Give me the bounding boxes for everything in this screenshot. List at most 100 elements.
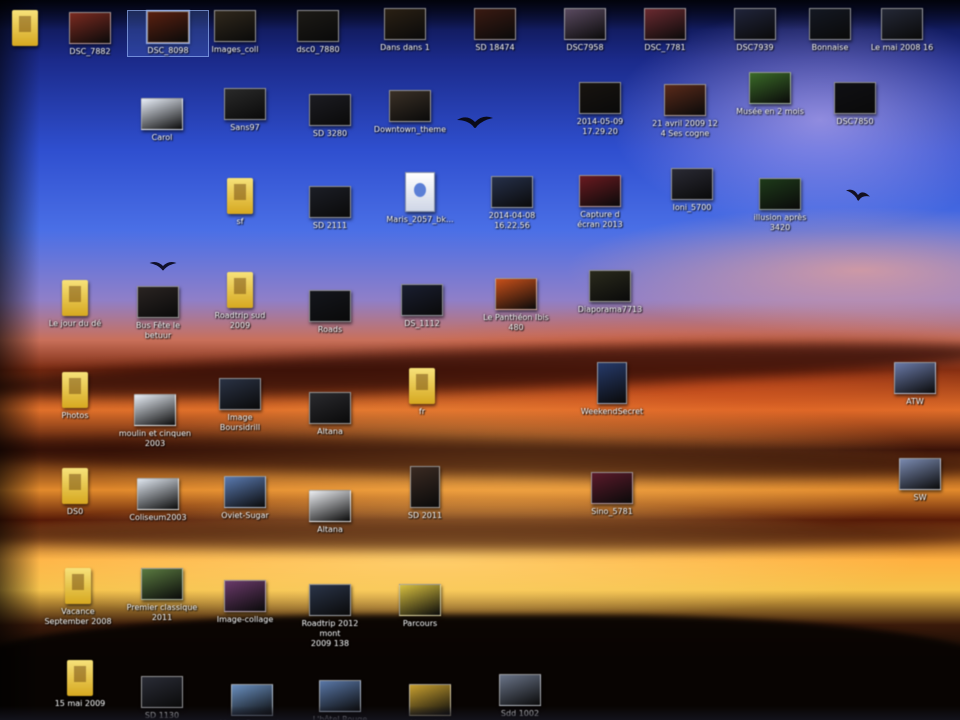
desktop-icon-label: Altana bbox=[317, 427, 343, 436]
desktop-icon-label: Coliseum2003 bbox=[129, 513, 187, 522]
image-thumbnail-icon bbox=[309, 94, 351, 126]
desktop-icon[interactable]: Images_coll bbox=[195, 10, 275, 55]
desktop-icon[interactable]: illusion après 3420 bbox=[740, 178, 820, 233]
image-thumbnail-icon bbox=[224, 476, 266, 508]
desktop-icon[interactable]: 2014-05-09 17.29.20 bbox=[560, 82, 640, 137]
desktop[interactable]: DSC_7882 DSC_8098 Images_coll dsc0_7880 Dans… bbox=[0, 0, 960, 720]
desktop-icon-label: DSC7958 bbox=[566, 43, 604, 52]
desktop-icon[interactable]: ATW bbox=[875, 362, 955, 407]
desktop-icon[interactable]: SD 18474 bbox=[455, 8, 535, 53]
desktop-icon[interactable]: Premier classique 2011 bbox=[122, 568, 202, 623]
desktop-icon[interactable]: Coliseum2003 bbox=[118, 478, 198, 523]
desktop-icon-label: DSC7939 bbox=[736, 43, 774, 52]
image-thumbnail-icon bbox=[137, 286, 179, 318]
desktop-icon[interactable]: Diaporama7713 bbox=[570, 270, 650, 315]
desktop-icon[interactable]: Image-collage bbox=[205, 580, 285, 625]
image-thumbnail-icon bbox=[671, 168, 713, 200]
desktop-icon-label: Le jour du dé bbox=[48, 319, 102, 328]
desktop-icon[interactable]: Altana bbox=[290, 392, 370, 437]
desktop-icon-label: Roadtrip 2012 mont 2009 138 bbox=[301, 619, 359, 648]
desktop-icon[interactable]: sf bbox=[200, 178, 280, 227]
desktop-icon[interactable]: Roads bbox=[290, 290, 370, 335]
desktop-icon-label: Premier classique 2011 bbox=[126, 603, 198, 622]
desktop-icon[interactable]: WeekendSecret bbox=[572, 362, 652, 417]
desktop-icon-label: SD 2011 bbox=[407, 511, 443, 520]
desktop-icon-label: Roads bbox=[317, 325, 343, 334]
desktop-icon[interactable]: Sino_5781 bbox=[572, 472, 652, 517]
desktop-icon[interactable]: 15 mai 2009 bbox=[40, 660, 120, 709]
desktop-icon[interactable]: moulin et cinquen 2003 bbox=[115, 394, 195, 449]
desktop-icon-label: Musée en 2 mois bbox=[736, 107, 804, 116]
desktop-icon[interactable]: DS0 bbox=[35, 468, 115, 517]
image-thumbnail-icon bbox=[749, 72, 791, 104]
desktop-icon[interactable]: dsc0_7880 bbox=[278, 10, 358, 55]
desktop-icon-label: DS0 bbox=[66, 507, 84, 516]
desktop-icon[interactable]: DSC7939 bbox=[715, 8, 795, 53]
document-icon bbox=[405, 172, 435, 212]
desktop-icon[interactable]: Sans97 bbox=[205, 88, 285, 133]
desktop-icon[interactable]: Oviet-Sugar bbox=[205, 476, 285, 521]
desktop-icon-label: Downtown_theme bbox=[373, 125, 447, 134]
cloud-band bbox=[0, 520, 960, 550]
desktop-icon-label: SD 18474 bbox=[475, 43, 515, 52]
image-thumbnail-icon bbox=[141, 568, 183, 600]
desktop-icon[interactable]: Musée en 2 mois bbox=[730, 72, 810, 117]
folder-icon bbox=[62, 468, 88, 504]
desktop-icon[interactable]: Roadtrip sud 2009 bbox=[200, 272, 280, 331]
image-thumbnail-icon bbox=[834, 82, 876, 114]
desktop-icon[interactable]: DSC_7882 bbox=[50, 12, 130, 57]
desktop-icon[interactable]: Dans dans 1 bbox=[365, 8, 445, 53]
desktop-icon[interactable]: Vacance September 2008 bbox=[38, 568, 118, 627]
desktop-icon-label: dsc0_7880 bbox=[296, 45, 340, 54]
image-thumbnail-icon bbox=[591, 472, 633, 504]
folder-icon bbox=[65, 568, 91, 604]
bird-icon bbox=[846, 189, 870, 201]
desktop-icon[interactable]: loni_5700 bbox=[652, 168, 732, 213]
desktop-icon[interactable]: Carol bbox=[122, 98, 202, 143]
desktop-icon[interactable]: SD 3280 bbox=[290, 94, 370, 139]
desktop-icon[interactable]: Le Panthéon Ibis 480 bbox=[476, 278, 556, 333]
desktop-icon[interactable]: Photos bbox=[35, 372, 115, 421]
desktop-icon[interactable]: DSC7850 bbox=[815, 82, 895, 127]
desktop-icon[interactable]: Le jour du dé bbox=[35, 280, 115, 329]
desktop-icon-label: Sans97 bbox=[230, 123, 260, 132]
desktop-icon[interactable]: SW bbox=[880, 458, 960, 503]
desktop-icon[interactable]: fr bbox=[382, 368, 462, 417]
image-thumbnail-icon bbox=[401, 284, 443, 316]
desktop-icon[interactable]: DS_1112 bbox=[382, 284, 462, 329]
image-thumbnail-icon bbox=[146, 10, 190, 44]
desktop-icon[interactable]: Roadtrip 2012 mont 2009 138 bbox=[290, 584, 370, 649]
desktop-icon[interactable]: SD 2111 bbox=[290, 186, 370, 231]
desktop-icon[interactable]: Parcours bbox=[380, 584, 460, 629]
desktop-icon-label: DSC_7882 bbox=[69, 47, 111, 56]
image-thumbnail-icon bbox=[224, 88, 266, 120]
desktop-icon[interactable]: Le mai 2008 16 bbox=[862, 8, 942, 53]
desktop-icon-label: ATW bbox=[906, 397, 924, 406]
desktop-icon[interactable]: SD 2011 bbox=[385, 466, 465, 521]
desktop-icon[interactable]: Altana bbox=[290, 490, 370, 535]
image-thumbnail-icon bbox=[69, 12, 111, 44]
desktop-icon[interactable]: Downtown_theme bbox=[370, 90, 450, 135]
desktop-icon[interactable]: DSC_7781 bbox=[625, 8, 705, 53]
desktop-icon-label: 2014-05-09 17.29.20 bbox=[576, 117, 624, 136]
desktop-icon[interactable]: Maris_2057_bk... bbox=[380, 172, 460, 225]
desktop-icon[interactable]: Bonnaise bbox=[790, 8, 870, 53]
desktop-icon[interactable]: 21 avril 2009 12 4 Ses cogne bbox=[645, 84, 725, 139]
image-thumbnail-icon bbox=[410, 466, 440, 508]
folder-icon bbox=[227, 178, 253, 214]
image-thumbnail-icon bbox=[399, 584, 441, 616]
desktop-icon[interactable]: Bus Fête le betuur bbox=[118, 286, 198, 341]
image-thumbnail-icon bbox=[499, 674, 541, 706]
desktop-icon-label: Diaporama7713 bbox=[577, 305, 643, 314]
folder-icon bbox=[62, 372, 88, 408]
desktop-icon-label: DSC_8098 bbox=[147, 46, 189, 55]
image-thumbnail-icon bbox=[491, 176, 533, 208]
folder-icon bbox=[227, 272, 253, 308]
image-thumbnail-icon bbox=[894, 362, 936, 394]
desktop-icon[interactable]: Image Boursidrill bbox=[200, 378, 280, 433]
desktop-icon-label: Le Panthéon Ibis 480 bbox=[483, 313, 549, 332]
desktop-icon[interactable]: Capture d écran 2013 bbox=[560, 175, 640, 230]
desktop-icon-label: Altana bbox=[317, 525, 343, 534]
desktop-icon[interactable]: DSC7958 bbox=[545, 8, 625, 53]
desktop-icon[interactable]: 2014-04-08 16.22.56 bbox=[472, 176, 552, 231]
